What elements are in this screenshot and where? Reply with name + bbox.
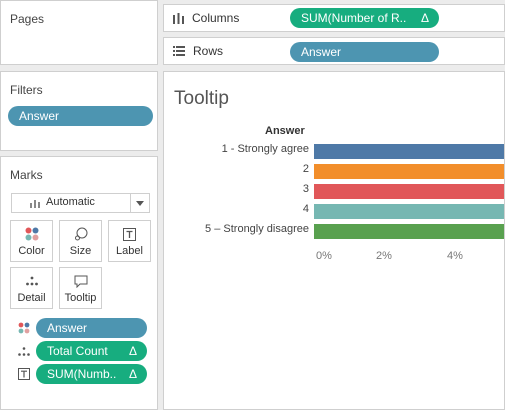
- filter-pill-label: Answer: [19, 109, 60, 123]
- bar-chart-icon: [30, 200, 40, 208]
- bar-mark[interactable]: [314, 164, 504, 179]
- filters-title: Filters: [10, 83, 43, 97]
- tooltip-button[interactable]: Tooltip: [59, 267, 102, 309]
- bar-mark[interactable]: [314, 224, 504, 239]
- color-dots-icon: [25, 227, 38, 241]
- pages-title: Pages: [10, 12, 45, 26]
- columns-shelf[interactable]: Columns SUM(Number of R.. Δ: [163, 4, 505, 32]
- category-label: 3: [302, 183, 309, 195]
- delta-icon: Δ: [128, 344, 137, 358]
- marks-field-label: Answer: [47, 321, 88, 335]
- viz-title: Tooltip: [174, 88, 229, 109]
- row-header: Answer: [265, 125, 305, 137]
- pages-panel: Pages: [0, 0, 158, 65]
- columns-pill-label: SUM(Number of R..: [301, 11, 407, 25]
- size-button[interactable]: Size: [59, 220, 102, 262]
- rows-pill-label: Answer: [301, 45, 342, 59]
- columns-shelf-label: Columns: [173, 5, 239, 31]
- rows-icon: [173, 46, 185, 56]
- rows-shelf-label: Rows: [173, 38, 223, 64]
- category-label: 1 - Strongly agree: [221, 143, 309, 155]
- marks-title: Marks: [10, 168, 43, 182]
- delta-icon: Δ: [420, 11, 429, 25]
- category-label: 2: [302, 163, 309, 175]
- rows-pill[interactable]: Answer: [290, 42, 439, 62]
- marks-field-label: Total Count: [47, 344, 108, 358]
- label-button-label: Label: [116, 245, 143, 257]
- rows-shelf[interactable]: Rows Answer: [163, 37, 505, 65]
- filter-pill-answer[interactable]: Answer: [8, 106, 153, 126]
- color-button-label: Color: [18, 245, 45, 257]
- marks-field-label: SUM(Numb..: [47, 367, 117, 381]
- detail-dots-icon: [16, 344, 32, 358]
- x-tick-label: 2%: [376, 250, 392, 262]
- bar-mark[interactable]: [314, 184, 504, 199]
- label-t-icon: [16, 367, 32, 381]
- category-label: 4: [302, 203, 309, 215]
- marks-panel: Marks Automatic Color Size Label Detail …: [0, 156, 158, 410]
- color-dots-icon: [16, 321, 32, 335]
- marks-field-sum-number[interactable]: SUM(Numb.. Δ: [36, 364, 147, 384]
- bar-mark[interactable]: [314, 204, 504, 219]
- detail-dots-icon: [25, 276, 38, 286]
- size-button-label: Size: [69, 245, 92, 257]
- tooltip-button-label: Tooltip: [64, 292, 97, 304]
- marks-field-answer[interactable]: Answer: [36, 318, 147, 338]
- category-label: 5 – Strongly disagree: [205, 223, 309, 235]
- columns-label: Columns: [192, 11, 240, 25]
- label-t-icon: [123, 227, 136, 241]
- columns-icon: [173, 12, 184, 24]
- detail-button[interactable]: Detail: [10, 267, 53, 309]
- dropdown-divider: [130, 194, 131, 212]
- chevron-down-icon: [136, 201, 144, 206]
- detail-button-label: Detail: [17, 292, 46, 304]
- delta-icon: Δ: [128, 367, 137, 381]
- rows-label: Rows: [193, 44, 224, 58]
- tooltip-icon: [74, 275, 87, 288]
- label-button[interactable]: Label: [108, 220, 151, 262]
- x-tick-label: 0%: [316, 250, 332, 262]
- x-tick-label: 4%: [447, 250, 463, 262]
- columns-pill[interactable]: SUM(Number of R.. Δ: [290, 8, 439, 28]
- marks-field-total-count[interactable]: Total Count Δ: [36, 341, 147, 361]
- color-button[interactable]: Color: [10, 220, 53, 262]
- filters-panel: Filters Answer: [0, 71, 158, 151]
- mark-type-dropdown[interactable]: Automatic: [11, 193, 150, 213]
- viz-panel: Tooltip Answer 1 - Strongly agree 2 3 4 5 – …: [163, 71, 505, 410]
- size-icon: [74, 227, 87, 241]
- mark-type-label: Automatic: [46, 196, 95, 208]
- bar-mark[interactable]: [314, 144, 504, 159]
